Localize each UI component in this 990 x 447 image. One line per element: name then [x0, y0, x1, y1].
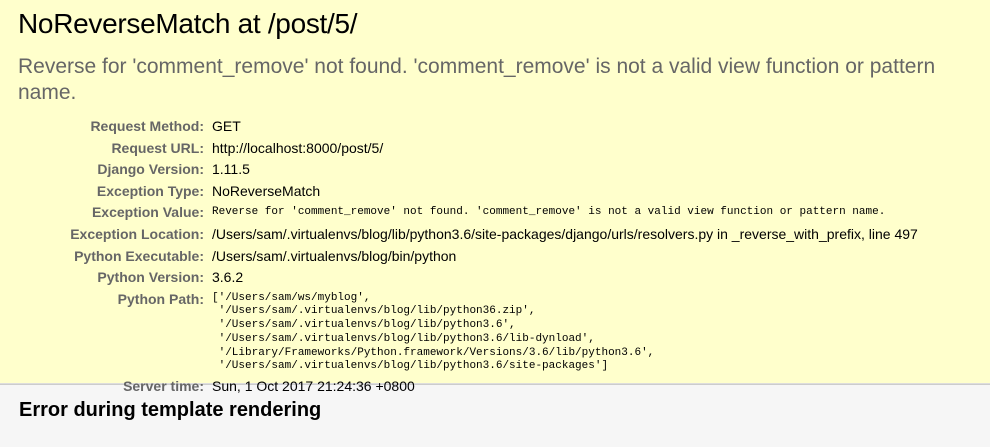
meta-value: NoReverseMatch — [212, 182, 321, 199]
meta-label: Python Path: — [117, 290, 204, 307]
meta-row-exception-type: Exception Type: NoReverseMatch — [18, 181, 918, 203]
meta-row-python-path: Python Path: ['/Users/sam/ws/myblog', '/… — [18, 289, 918, 376]
request-meta-table: Request Method: GET Request URL: http://… — [18, 116, 918, 398]
meta-value: http://localhost:8000/post/5/ — [212, 139, 384, 156]
meta-label: Python Version: — [97, 269, 204, 286]
meta-label: Exception Value: — [91, 204, 204, 221]
meta-row-python-executable: Python Executable: /Users/sam/.virtualen… — [18, 246, 918, 268]
python-path-list: ['/Users/sam/ws/myblog', '/Users/sam/.vi… — [212, 291, 655, 373]
meta-label: Exception Location: — [70, 225, 204, 242]
meta-label: Request URL: — [111, 139, 204, 156]
meta-value: 3.6.2 — [212, 269, 244, 286]
meta-value: GET — [212, 118, 241, 134]
meta-row-exception-value: Exception Value: Reverse for 'comment_re… — [18, 202, 918, 224]
meta-row-request-method: Request Method: GET — [18, 116, 918, 138]
meta-label: Request Method: — [90, 118, 204, 134]
meta-row-django-version: Django Version: 1.11.5 — [18, 159, 918, 181]
section-heading: Error during template rendering — [19, 399, 322, 421]
meta-label: Django Version: — [97, 161, 204, 178]
meta-label: Python Executable: — [74, 247, 204, 264]
meta-value: /Users/sam/.virtualenvs/blog/lib/python3… — [212, 225, 918, 242]
meta-row-exception-location: Exception Location: /Users/sam/.virtuale… — [18, 224, 918, 246]
meta-label: Exception Type: — [96, 182, 204, 199]
meta-value: 1.11.5 — [212, 161, 250, 178]
meta-value: /Users/sam/.virtualenvs/blog/bin/python — [212, 247, 457, 264]
error-summary: NoReverseMatch at /post/5/ Reverse for '… — [0, 0, 990, 394]
exception-message: Reverse for 'comment_remove' not found. … — [18, 55, 936, 104]
meta-row-request-url: Request URL: http://localhost:8000/post/… — [18, 138, 918, 160]
meta-value: Reverse for 'comment_remove' not found. … — [212, 206, 886, 219]
meta-row-python-version: Python Version: 3.6.2 — [18, 267, 918, 289]
page-title: NoReverseMatch at /post/5/ — [18, 8, 358, 39]
